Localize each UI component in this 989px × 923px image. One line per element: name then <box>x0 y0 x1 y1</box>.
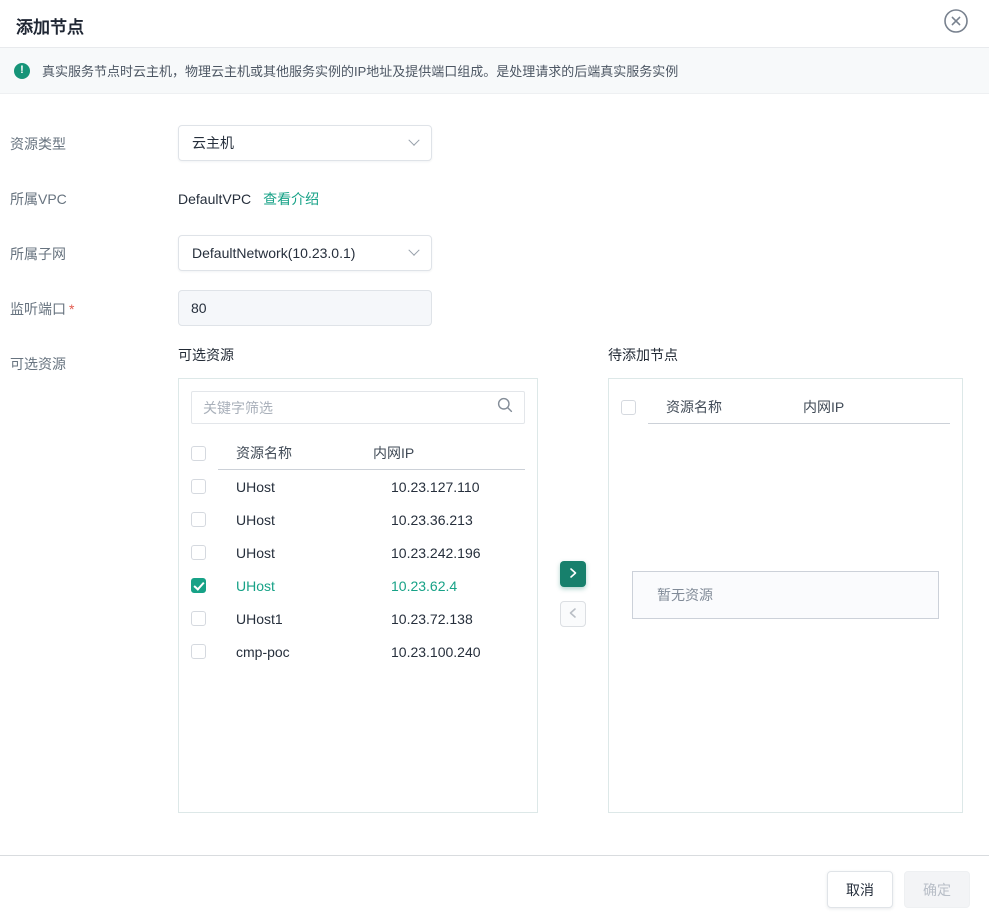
info-banner-text: 真实服务节点时云主机，物理云主机或其他服务实例的IP地址及提供端口组成。是处理请… <box>42 61 678 80</box>
available-table-header: 资源名称 内网IP <box>179 437 537 470</box>
resource-name: UHost <box>236 578 391 594</box>
vpc-intro-link[interactable]: 查看介绍 <box>263 189 319 209</box>
resource-name: UHost1 <box>236 611 391 627</box>
info-banner: ! 真实服务节点时云主机，物理云主机或其他服务实例的IP地址及提供端口组成。是处… <box>0 48 989 94</box>
resource-row[interactable]: cmp-poc 10.23.100.240 <box>179 635 537 668</box>
column-header-ip: 内网IP <box>803 397 950 417</box>
column-header-name: 资源名称 <box>218 443 373 463</box>
resource-name: UHost <box>236 479 391 495</box>
resource-ip: 10.23.36.213 <box>391 512 525 528</box>
subnet-label: 所属子网 <box>10 235 178 271</box>
move-left-button[interactable] <box>560 601 586 627</box>
pending-nodes-column: 待添加节点 资源名称 内网IP 暂无资源 <box>608 345 963 813</box>
resource-row[interactable]: UHost 10.23.242.196 <box>179 536 537 569</box>
select-all-checkbox[interactable] <box>191 446 206 461</box>
row-checkbox[interactable] <box>191 578 206 593</box>
row-checkbox[interactable] <box>191 644 206 659</box>
dialog-title: 添加节点 <box>16 13 973 38</box>
row-checkbox[interactable] <box>191 512 206 527</box>
resource-ip: 10.23.72.138 <box>391 611 525 627</box>
dialog-footer: 取消 确定 <box>0 855 989 923</box>
required-asterisk: * <box>69 301 74 317</box>
vpc-row: 所属VPC DefaultVPC 查看介绍 <box>10 180 989 216</box>
resource-type-select[interactable]: 云主机 <box>178 125 432 161</box>
resources-row: 可选资源 可选资源 <box>10 345 989 813</box>
subnet-value: DefaultNetwork(10.23.0.1) <box>192 245 355 261</box>
resource-type-row: 资源类型 云主机 <box>10 125 989 161</box>
vpc-value: DefaultVPC <box>178 191 251 207</box>
cancel-button[interactable]: 取消 <box>827 871 893 908</box>
pending-table-header: 资源名称 内网IP <box>609 391 962 424</box>
select-all-checkbox[interactable] <box>621 400 636 415</box>
close-button[interactable] <box>943 9 969 35</box>
available-resources-title: 可选资源 <box>178 345 538 365</box>
vpc-label: 所属VPC <box>10 180 178 216</box>
resource-ip: 10.23.127.110 <box>391 479 525 495</box>
confirm-button[interactable]: 确定 <box>904 871 970 908</box>
circle-x-icon <box>943 8 969 37</box>
resource-row[interactable]: UHost 10.23.62.4 <box>179 569 537 602</box>
row-checkbox[interactable] <box>191 479 206 494</box>
resource-row[interactable]: UHost1 10.23.72.138 <box>179 602 537 635</box>
available-resources-column: 可选资源 <box>178 345 538 813</box>
magnifier-icon <box>497 397 513 418</box>
resource-type-value: 云主机 <box>192 133 234 153</box>
resource-ip: 10.23.242.196 <box>391 545 525 561</box>
transfer-controls <box>538 345 608 813</box>
column-header-name: 资源名称 <box>648 397 803 417</box>
subnet-select[interactable]: DefaultNetwork(10.23.0.1) <box>178 235 432 271</box>
chevron-down-icon <box>408 245 419 256</box>
exclamation-circle-icon: ! <box>14 63 30 79</box>
column-header-ip: 内网IP <box>373 443 525 463</box>
add-node-dialog: 添加节点 ! 真实服务节点时云主机，物理云主机或其他服务实例的IP地址及提供端口… <box>0 0 989 923</box>
resource-name: UHost <box>236 512 391 528</box>
subnet-row: 所属子网 DefaultNetwork(10.23.0.1) <box>10 235 989 271</box>
resource-type-label: 资源类型 <box>10 125 178 161</box>
row-checkbox[interactable] <box>191 545 206 560</box>
listen-port-input[interactable] <box>178 290 432 326</box>
listen-port-label: 监听端口* <box>10 290 178 326</box>
move-right-button[interactable] <box>560 561 586 587</box>
resource-ip: 10.23.62.4 <box>391 578 525 594</box>
keyword-filter-input[interactable] <box>203 400 497 416</box>
chevron-down-icon <box>408 135 419 146</box>
resources-label: 可选资源 <box>10 345 178 813</box>
pending-nodes-panel: 资源名称 内网IP 暂无资源 <box>608 378 963 813</box>
add-node-form: 资源类型 云主机 所属VPC DefaultVPC 查看介绍 所属子网 Defa… <box>0 94 989 813</box>
empty-state-text: 暂无资源 <box>657 585 713 605</box>
resource-ip: 10.23.100.240 <box>391 644 525 660</box>
keyword-filter <box>191 391 525 424</box>
chevron-left-icon <box>567 607 579 622</box>
resource-row[interactable]: UHost 10.23.127.110 <box>179 470 537 503</box>
listen-port-row: 监听端口* <box>10 290 989 326</box>
row-checkbox[interactable] <box>191 611 206 626</box>
empty-state: 暂无资源 <box>632 571 939 619</box>
transfer-widget: 可选资源 <box>178 345 963 813</box>
resource-name: cmp-poc <box>236 644 391 660</box>
chevron-right-icon <box>567 567 579 582</box>
available-resources-panel: 资源名称 内网IP UHost 10.23.127.110 UHost <box>178 378 538 813</box>
resource-row[interactable]: UHost 10.23.36.213 <box>179 503 537 536</box>
dialog-header: 添加节点 <box>0 0 989 48</box>
resource-name: UHost <box>236 545 391 561</box>
pending-nodes-title: 待添加节点 <box>608 345 963 365</box>
